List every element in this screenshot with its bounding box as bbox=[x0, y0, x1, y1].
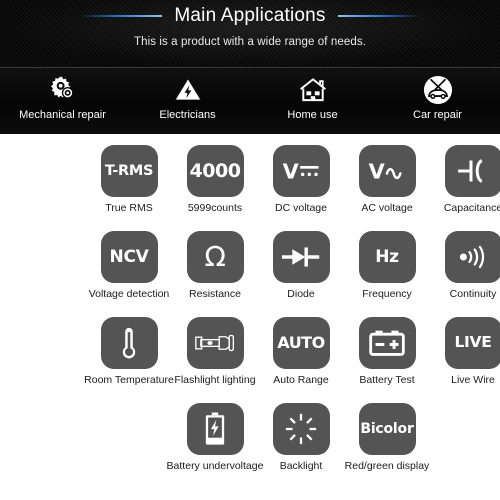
svg-text:V: V bbox=[369, 160, 386, 184]
hero-banner: Main Applications This is a product with… bbox=[0, 0, 500, 67]
feature-label: Backlight bbox=[280, 461, 323, 472]
feature-label: Frequency bbox=[362, 289, 412, 300]
feature-row: Room Temperature Flashlight lighting A bbox=[0, 317, 500, 403]
thermometer-icon bbox=[101, 317, 158, 369]
feature-label: DC voltage bbox=[275, 203, 327, 214]
capacitance-icon bbox=[445, 145, 500, 197]
tile-glyph: NCV bbox=[110, 249, 149, 266]
feature-label: True RMS bbox=[105, 203, 152, 214]
counts-text-icon: 4000 bbox=[187, 145, 244, 197]
page-root: Main Applications This is a product with… bbox=[0, 0, 500, 500]
application-label: Mechanical repair bbox=[19, 109, 106, 121]
feature-label: AC voltage bbox=[361, 203, 412, 214]
feature-label: Flashlight lighting bbox=[174, 375, 255, 386]
feature-row: Battery undervoltage Backlight bbox=[0, 403, 500, 489]
tile-glyph: T-RMS bbox=[105, 164, 153, 179]
feature-row: T-RMS True RMS 4000 5999counts V bbox=[0, 145, 500, 231]
feature-continuity[interactable]: Continuity bbox=[430, 231, 500, 317]
application-item-home-use[interactable]: Home use bbox=[250, 68, 375, 134]
application-label: Electricians bbox=[159, 109, 215, 121]
feature-label: Battery undervoltage bbox=[167, 461, 264, 472]
t-rms-text-icon: T-RMS bbox=[101, 145, 158, 197]
decorative-line-left bbox=[80, 15, 162, 17]
feature-label: Red/green display bbox=[345, 461, 430, 472]
feature-label: Auto Range bbox=[273, 375, 328, 386]
flashlight-icon bbox=[187, 317, 244, 369]
diode-icon bbox=[273, 231, 330, 283]
tile-glyph: Hz bbox=[375, 249, 399, 266]
feature-counts[interactable]: 4000 5999counts bbox=[172, 145, 258, 231]
tile-glyph: 4000 bbox=[190, 162, 241, 181]
feature-dc-voltage[interactable]: V DC voltage bbox=[258, 145, 344, 231]
auto-text-icon: AUTO bbox=[273, 317, 330, 369]
feature-frequency[interactable]: Hz Frequency bbox=[344, 231, 430, 317]
battery-low-icon bbox=[187, 403, 244, 455]
feature-label: Room Temperature bbox=[84, 375, 174, 386]
dc-voltage-icon: V bbox=[273, 145, 330, 197]
feature-label: Continuity bbox=[450, 289, 497, 300]
feature-bicolor-display[interactable]: Bicolor Red/green display bbox=[344, 403, 430, 489]
car-battery-icon bbox=[359, 317, 416, 369]
feature-label: Diode bbox=[287, 289, 314, 300]
live-text-icon: LIVE bbox=[445, 317, 500, 369]
feature-auto-range[interactable]: AUTO Auto Range bbox=[258, 317, 344, 403]
feature-diode[interactable]: Diode bbox=[258, 231, 344, 317]
lightning-triangle-icon bbox=[174, 74, 202, 106]
tile-glyph: Ω bbox=[204, 243, 225, 271]
feature-label: Voltage detection bbox=[89, 289, 170, 300]
title-row: Main Applications bbox=[0, 6, 500, 25]
hertz-text-icon: Hz bbox=[359, 231, 416, 283]
continuity-beep-icon bbox=[445, 231, 500, 283]
svg-text:V: V bbox=[283, 160, 300, 184]
tile-glyph: AUTO bbox=[277, 335, 324, 351]
feature-room-temperature[interactable]: Room Temperature bbox=[86, 317, 172, 403]
feature-label: Live Wire bbox=[451, 375, 495, 386]
feature-live-wire[interactable]: LIVE Live Wire bbox=[430, 317, 500, 403]
application-label: Car repair bbox=[413, 109, 462, 121]
feature-flashlight[interactable]: Flashlight lighting bbox=[172, 317, 258, 403]
application-label: Home use bbox=[287, 109, 337, 121]
feature-row: NCV Voltage detection Ω Resistance bbox=[0, 231, 500, 317]
feature-ac-voltage[interactable]: V AC voltage bbox=[344, 145, 430, 231]
bicolor-text-icon: Bicolor bbox=[359, 403, 416, 455]
applications-strip: Mechanical repair Electricians bbox=[0, 67, 500, 134]
house-icon bbox=[298, 74, 328, 106]
feature-label: Resistance bbox=[189, 289, 241, 300]
gear-icon bbox=[48, 74, 78, 106]
feature-battery-test[interactable]: Battery Test bbox=[344, 317, 430, 403]
application-item-mechanical-repair[interactable]: Mechanical repair bbox=[0, 68, 125, 134]
feature-label: Battery Test bbox=[359, 375, 414, 386]
ncv-text-icon: NCV bbox=[101, 231, 158, 283]
page-subtitle: This is a product with a wide range of n… bbox=[0, 36, 500, 48]
feature-battery-undervoltage[interactable]: Battery undervoltage bbox=[172, 403, 258, 489]
feature-label: Capacitance bbox=[444, 203, 500, 214]
feature-label: 5999counts bbox=[188, 203, 242, 214]
ac-voltage-icon: V bbox=[359, 145, 416, 197]
application-item-electricians[interactable]: Electricians bbox=[125, 68, 250, 134]
feature-grid: T-RMS True RMS 4000 5999counts V bbox=[0, 134, 500, 489]
decorative-line-right bbox=[338, 15, 420, 17]
feature-resistance[interactable]: Ω Resistance bbox=[172, 231, 258, 317]
backlight-rays-icon bbox=[273, 403, 330, 455]
tile-glyph: Bicolor bbox=[360, 422, 413, 436]
feature-backlight[interactable]: Backlight bbox=[258, 403, 344, 489]
feature-capacitance[interactable]: Capacitance bbox=[430, 145, 500, 231]
tile-glyph: LIVE bbox=[454, 335, 491, 351]
ohm-icon: Ω bbox=[187, 231, 244, 283]
car-repair-circle-icon bbox=[423, 74, 453, 106]
feature-true-rms[interactable]: T-RMS True RMS bbox=[86, 145, 172, 231]
page-title: Main Applications bbox=[174, 6, 325, 25]
application-item-car-repair[interactable]: Car repair bbox=[375, 68, 500, 134]
feature-voltage-detection[interactable]: NCV Voltage detection bbox=[86, 231, 172, 317]
